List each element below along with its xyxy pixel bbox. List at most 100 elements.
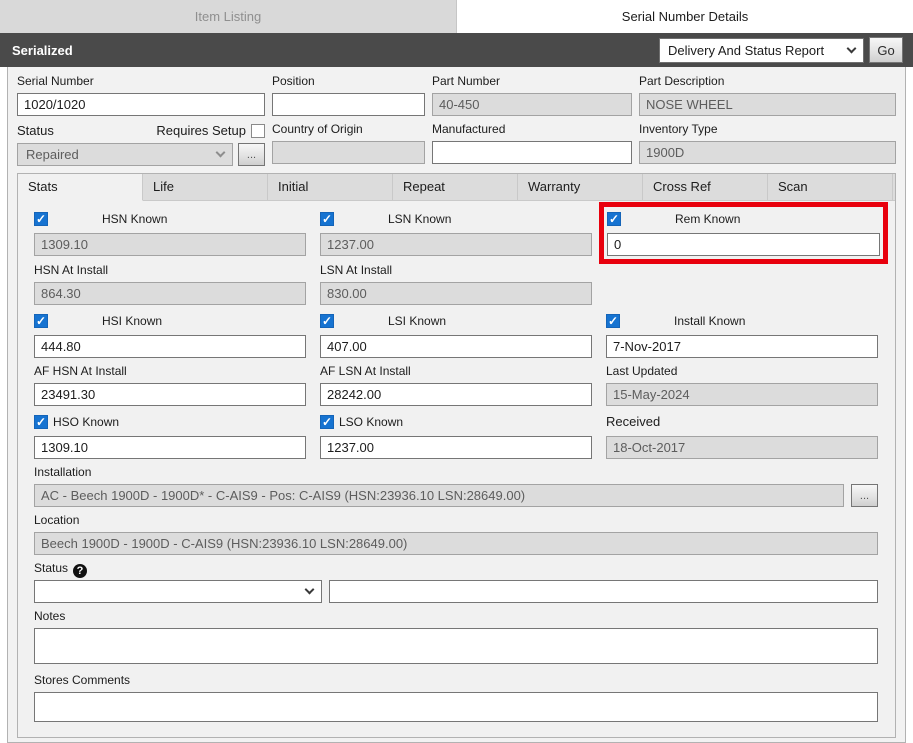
stats-row-af: AF HSN At Install AF LSN At Install Last…: [34, 365, 878, 406]
part-description-field: [639, 93, 896, 116]
af-lsn-at-install-input[interactable]: [320, 383, 592, 406]
lsi-known-label: LSI Known: [388, 314, 446, 328]
installation-field: [34, 484, 844, 507]
rem-known-checkbox[interactable]: [607, 212, 621, 226]
received-field: [606, 436, 878, 459]
report-select[interactable]: Delivery And Status Report: [659, 38, 864, 63]
status-browse-button[interactable]: ...: [238, 143, 265, 166]
installation-browse-button[interactable]: ...: [851, 484, 878, 507]
lso-known-group: LSO Known: [320, 413, 592, 459]
serial-number-input[interactable]: [17, 93, 265, 116]
rem-known-input[interactable]: [607, 233, 880, 256]
chevron-down-icon: [305, 585, 315, 595]
inventory-type-field: [639, 141, 896, 164]
tab-warranty[interactable]: Warranty: [518, 174, 643, 200]
window-tab-bar: Item Listing Serial Number Details: [0, 0, 913, 33]
hso-known-input[interactable]: [34, 436, 306, 459]
tab-initial[interactable]: Initial: [268, 174, 393, 200]
install-known-group: Install Known: [606, 312, 878, 358]
part-number-group: Part Number: [432, 75, 632, 116]
hso-known-checkbox[interactable]: [34, 415, 48, 429]
installation-label: Installation: [34, 466, 878, 479]
tab-life[interactable]: Life: [143, 174, 268, 200]
hsi-known-label: HSI Known: [102, 314, 162, 328]
manufactured-input[interactable]: [432, 141, 632, 164]
hsn-known-checkbox[interactable]: [34, 212, 48, 226]
af-hsn-at-install-input[interactable]: [34, 383, 306, 406]
location-label: Location: [34, 514, 878, 527]
detail-tab-strip: Stats Life Initial Repeat Warranty Cross…: [18, 174, 895, 201]
lso-known-checkbox[interactable]: [320, 415, 334, 429]
detail-group-box: Stats Life Initial Repeat Warranty Cross…: [17, 173, 896, 738]
af-hsn-at-install-group: AF HSN At Install: [34, 365, 306, 406]
position-group: Position: [272, 75, 425, 116]
stats-panel: HSN Known LSN Known Rem Known: [18, 201, 895, 737]
af-lsn-at-install-group: AF LSN At Install: [320, 365, 592, 406]
status-label: Status: [17, 123, 54, 138]
position-input[interactable]: [272, 93, 425, 116]
go-button[interactable]: Go: [869, 37, 903, 63]
notes-group: Notes: [34, 610, 878, 667]
lso-known-label: LSO Known: [339, 415, 403, 429]
hsn-at-install-group: HSN At Install: [34, 264, 306, 305]
hsi-known-group: HSI Known: [34, 312, 306, 358]
status-detail-label: Status: [34, 562, 878, 575]
header-bar: Serialized Delivery And Status Report Go: [0, 33, 913, 67]
tab-repeat[interactable]: Repeat: [393, 174, 518, 200]
part-number-field: [432, 93, 632, 116]
country-of-origin-group: Country of Origin: [272, 123, 425, 166]
lsn-known-field: [320, 233, 592, 256]
hsn-known-group: HSN Known: [34, 210, 306, 257]
lsn-known-label: LSN Known: [388, 212, 451, 226]
tab-item-listing[interactable]: Item Listing: [0, 0, 457, 33]
status-select: Repaired: [17, 143, 233, 166]
lsn-at-install-group: LSN At Install: [320, 264, 592, 305]
stats-row-at-install: HSN At Install LSN At Install: [34, 264, 878, 305]
identity-row-1: Serial Number Position Part Number Part …: [17, 75, 896, 116]
lsi-known-input[interactable]: [320, 335, 592, 358]
install-known-checkbox[interactable]: [606, 314, 620, 328]
notes-textarea[interactable]: [34, 628, 878, 664]
lsn-at-install-label: LSN At Install: [320, 264, 592, 277]
install-known-input[interactable]: [606, 335, 878, 358]
serial-number-label: Serial Number: [17, 75, 265, 88]
hsi-known-checkbox[interactable]: [34, 314, 48, 328]
rem-known-label: Rem Known: [675, 212, 740, 226]
status-select-value: Repaired: [26, 147, 209, 162]
location-field: [34, 532, 878, 555]
status-detail-group: Status: [34, 562, 878, 603]
header-actions: Delivery And Status Report Go: [659, 37, 903, 63]
af-hsn-at-install-label: AF HSN At Install: [34, 365, 306, 378]
stores-comments-group: Stores Comments: [34, 674, 878, 725]
notes-label: Notes: [34, 610, 878, 623]
lsi-known-checkbox[interactable]: [320, 314, 334, 328]
serial-number-group: Serial Number: [17, 75, 265, 116]
hsi-known-input[interactable]: [34, 335, 306, 358]
tab-stats[interactable]: Stats: [18, 174, 143, 201]
manufactured-group: Manufactured: [432, 123, 632, 166]
stats-row-hso: HSO Known LSO Known Received: [34, 413, 878, 459]
install-known-label: Install Known: [674, 314, 745, 328]
part-description-group: Part Description: [639, 75, 896, 116]
main-content: Serial Number Position Part Number Part …: [7, 67, 906, 743]
manufactured-label: Manufactured: [432, 123, 632, 136]
status-detail-select[interactable]: [34, 580, 322, 603]
received-label: Received: [606, 414, 660, 429]
lso-known-input[interactable]: [320, 436, 592, 459]
stats-row-known: HSN Known LSN Known Rem Known: [34, 210, 878, 257]
tab-scan[interactable]: Scan: [768, 174, 893, 200]
hsn-at-install-label: HSN At Install: [34, 264, 306, 277]
country-of-origin-label: Country of Origin: [272, 123, 425, 136]
requires-setup-checkbox[interactable]: [251, 124, 265, 138]
help-icon[interactable]: [73, 564, 87, 578]
last-updated-group: Last Updated: [606, 365, 878, 406]
af-lsn-at-install-label: AF LSN At Install: [320, 365, 592, 378]
part-description-label: Part Description: [639, 75, 896, 88]
hsn-known-field: [34, 233, 306, 256]
rem-known-highlight-box: Rem Known: [599, 202, 888, 264]
status-detail-input[interactable]: [329, 580, 878, 603]
hso-known-group: HSO Known: [34, 413, 306, 459]
lsn-known-checkbox[interactable]: [320, 212, 334, 226]
tab-cross-ref[interactable]: Cross Ref: [643, 174, 768, 200]
tab-serial-number-details[interactable]: Serial Number Details: [457, 0, 913, 33]
